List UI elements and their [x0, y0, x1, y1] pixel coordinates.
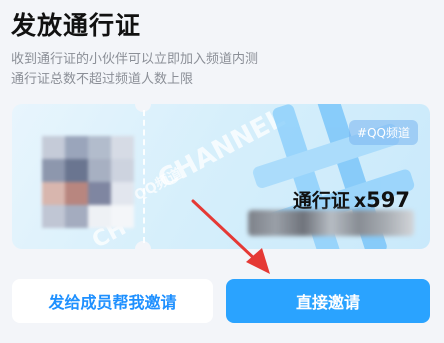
- blurred-qr-code: [42, 136, 134, 228]
- pass-number: 597: [366, 188, 410, 212]
- page-title: 发放通行证: [11, 11, 142, 40]
- invite-via-members-button[interactable]: 发给成员帮我邀请: [12, 279, 213, 323]
- qq-channel-tag: #QQ频道: [349, 120, 418, 145]
- description-line-2: 通行证总数不超过频道人数上限: [11, 72, 194, 87]
- pass-count: 通行证 x597: [293, 186, 410, 213]
- pass-label: 通行证: [292, 190, 350, 212]
- pass-multiplier: x: [353, 190, 367, 212]
- ticket-perforation: [143, 110, 145, 243]
- direct-invite-button[interactable]: 直接邀请: [226, 279, 430, 323]
- description-line-1: 收到通行证的小伙伴可以立即加入频道内测: [11, 52, 259, 67]
- blurred-channel-name: [248, 210, 414, 236]
